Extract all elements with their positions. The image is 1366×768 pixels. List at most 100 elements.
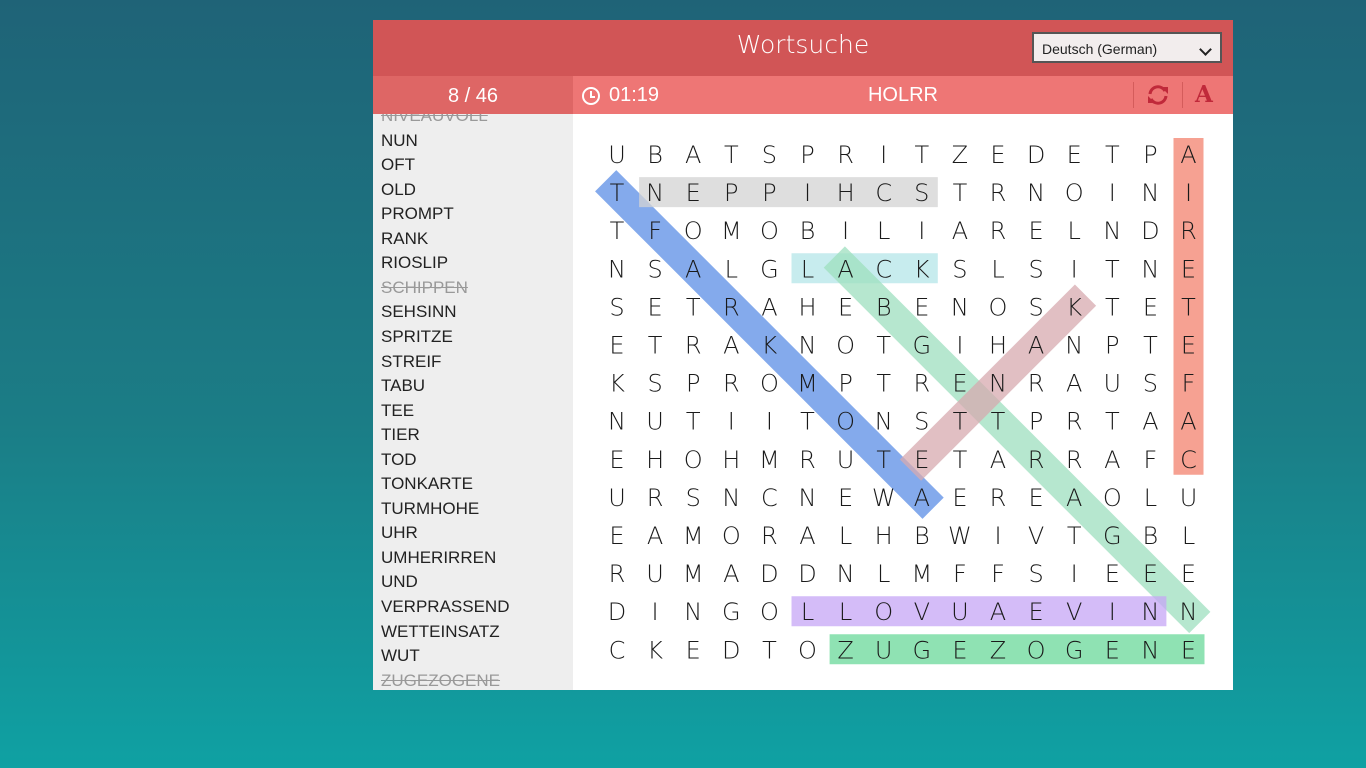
grid-letter[interactable]: S	[914, 179, 929, 207]
grid-letter[interactable]: O	[1027, 636, 1046, 664]
grid-letter[interactable]: R	[990, 217, 1007, 245]
grid-letter[interactable]: M	[683, 560, 704, 588]
grid-letter[interactable]: M	[721, 217, 742, 245]
grid-letter[interactable]: H	[722, 446, 740, 474]
grid-letter[interactable]: N	[1180, 598, 1198, 626]
grid-letter[interactable]: E	[838, 484, 853, 512]
grid-letter[interactable]: T	[1105, 408, 1120, 436]
grid-letter[interactable]: A	[952, 217, 968, 245]
grid-letter[interactable]: G	[760, 255, 779, 283]
grid-letter[interactable]: N	[1141, 598, 1159, 626]
grid-letter[interactable]: S	[647, 370, 662, 398]
grid-letter[interactable]: S	[1143, 370, 1158, 398]
grid-letter[interactable]: A	[1180, 141, 1196, 169]
grid-letter[interactable]: T	[1105, 293, 1120, 321]
grid-letter[interactable]: T	[648, 332, 663, 360]
grid-letter[interactable]: N	[646, 179, 664, 207]
grid-letter[interactable]: I	[804, 179, 811, 207]
font-icon[interactable]: A	[1195, 81, 1213, 108]
grid-letter[interactable]: R	[837, 141, 854, 169]
grid-letter[interactable]: U	[1180, 484, 1198, 512]
grid-letter[interactable]: S	[1028, 560, 1043, 588]
grid-letter[interactable]: E	[1181, 255, 1196, 283]
grid-letter[interactable]: G	[1103, 522, 1122, 550]
grid-letter[interactable]: E	[609, 332, 624, 360]
grid-letter[interactable]: I	[1071, 560, 1078, 588]
grid-letter[interactable]: V	[1028, 522, 1044, 550]
grid-letter[interactable]: R	[647, 484, 664, 512]
grid-letter[interactable]: H	[989, 332, 1007, 360]
grid-letter[interactable]: F	[1143, 446, 1157, 474]
grid-letter[interactable]: U	[1104, 370, 1122, 398]
grid-letter[interactable]: O	[760, 217, 779, 245]
grid-letter[interactable]: Z	[990, 636, 1006, 664]
grid-letter[interactable]: A	[1180, 408, 1196, 436]
grid-letter[interactable]: P	[1143, 141, 1157, 169]
grid-letter[interactable]: E	[1029, 598, 1044, 626]
grid-letter[interactable]: G	[722, 598, 741, 626]
grid-letter[interactable]: U	[875, 636, 893, 664]
grid-letter[interactable]: C	[761, 484, 778, 512]
grid-letter[interactable]: W	[948, 522, 972, 550]
grid-letter[interactable]: H	[798, 293, 816, 321]
grid-letter[interactable]: E	[914, 293, 929, 321]
grid-letter[interactable]: E	[1143, 560, 1158, 588]
grid-letter[interactable]: E	[1105, 636, 1120, 664]
grid-letter[interactable]: A	[1066, 370, 1082, 398]
grid-letter[interactable]: T	[991, 408, 1006, 436]
letter-grid[interactable]: UBATSPRITZEDETPATNEPPIHCSTRNOINITFOMOBIL…	[573, 114, 1233, 690]
grid-letter[interactable]: S	[914, 408, 929, 436]
grid-letter[interactable]: N	[1065, 332, 1083, 360]
grid-letter[interactable]: L	[1182, 522, 1195, 550]
grid-letter[interactable]: Z	[837, 636, 853, 664]
grid-letter[interactable]: I	[1185, 179, 1192, 207]
grid-letter[interactable]: E	[609, 446, 624, 474]
grid-letter[interactable]: I	[918, 217, 925, 245]
grid-letter[interactable]: E	[952, 636, 967, 664]
grid-letter[interactable]: K	[609, 370, 625, 398]
grid-letter[interactable]: I	[994, 522, 1001, 550]
grid-letter[interactable]: I	[1109, 598, 1116, 626]
grid-letter[interactable]: O	[798, 636, 817, 664]
grid-letter[interactable]: B	[647, 141, 663, 169]
grid-letter[interactable]: G	[1065, 636, 1084, 664]
refresh-icon[interactable]	[1144, 83, 1172, 107]
grid-letter[interactable]: T	[953, 446, 968, 474]
grid-letter[interactable]: M	[683, 522, 704, 550]
grid-letter[interactable]: P	[800, 141, 814, 169]
grid-letter[interactable]: F	[1182, 370, 1196, 398]
grid-letter[interactable]: T	[610, 217, 625, 245]
grid-letter[interactable]: S	[609, 293, 624, 321]
grid-letter[interactable]: M	[797, 370, 818, 398]
grid-letter[interactable]: K	[914, 255, 930, 283]
grid-letter[interactable]: K	[647, 636, 663, 664]
grid-letter[interactable]: O	[874, 598, 893, 626]
grid-letter[interactable]: L	[1144, 484, 1157, 512]
grid-letter[interactable]: R	[1066, 408, 1083, 436]
grid-letter[interactable]: L	[725, 255, 738, 283]
grid-letter[interactable]: I	[1109, 179, 1116, 207]
grid-letter[interactable]: F	[648, 217, 662, 245]
grid-letter[interactable]: A	[723, 560, 739, 588]
grid-letter[interactable]: O	[1103, 484, 1122, 512]
grid-letter[interactable]: E	[914, 446, 929, 474]
grid-letter[interactable]: T	[876, 446, 891, 474]
grid-letter[interactable]: E	[1181, 560, 1196, 588]
grid-letter[interactable]: C	[1180, 446, 1197, 474]
grid-letter[interactable]: E	[1067, 141, 1082, 169]
grid-letter[interactable]: C	[609, 636, 626, 664]
grid-letter[interactable]: N	[1103, 217, 1121, 245]
grid-letter[interactable]: O	[760, 598, 779, 626]
grid-letter[interactable]: P	[762, 179, 776, 207]
grid-letter[interactable]: E	[686, 179, 701, 207]
grid-letter[interactable]: R	[913, 370, 930, 398]
grid-letter[interactable]: T	[914, 141, 929, 169]
grid-letter[interactable]: T	[1105, 141, 1120, 169]
grid-letter[interactable]: T	[1143, 332, 1158, 360]
grid-letter[interactable]: C	[875, 179, 892, 207]
grid-letter[interactable]: N	[799, 332, 817, 360]
grid-letter[interactable]: T	[724, 141, 739, 169]
grid-letter[interactable]: U	[837, 446, 855, 474]
grid-letter[interactable]: B	[800, 217, 816, 245]
grid-letter[interactable]: M	[911, 560, 932, 588]
